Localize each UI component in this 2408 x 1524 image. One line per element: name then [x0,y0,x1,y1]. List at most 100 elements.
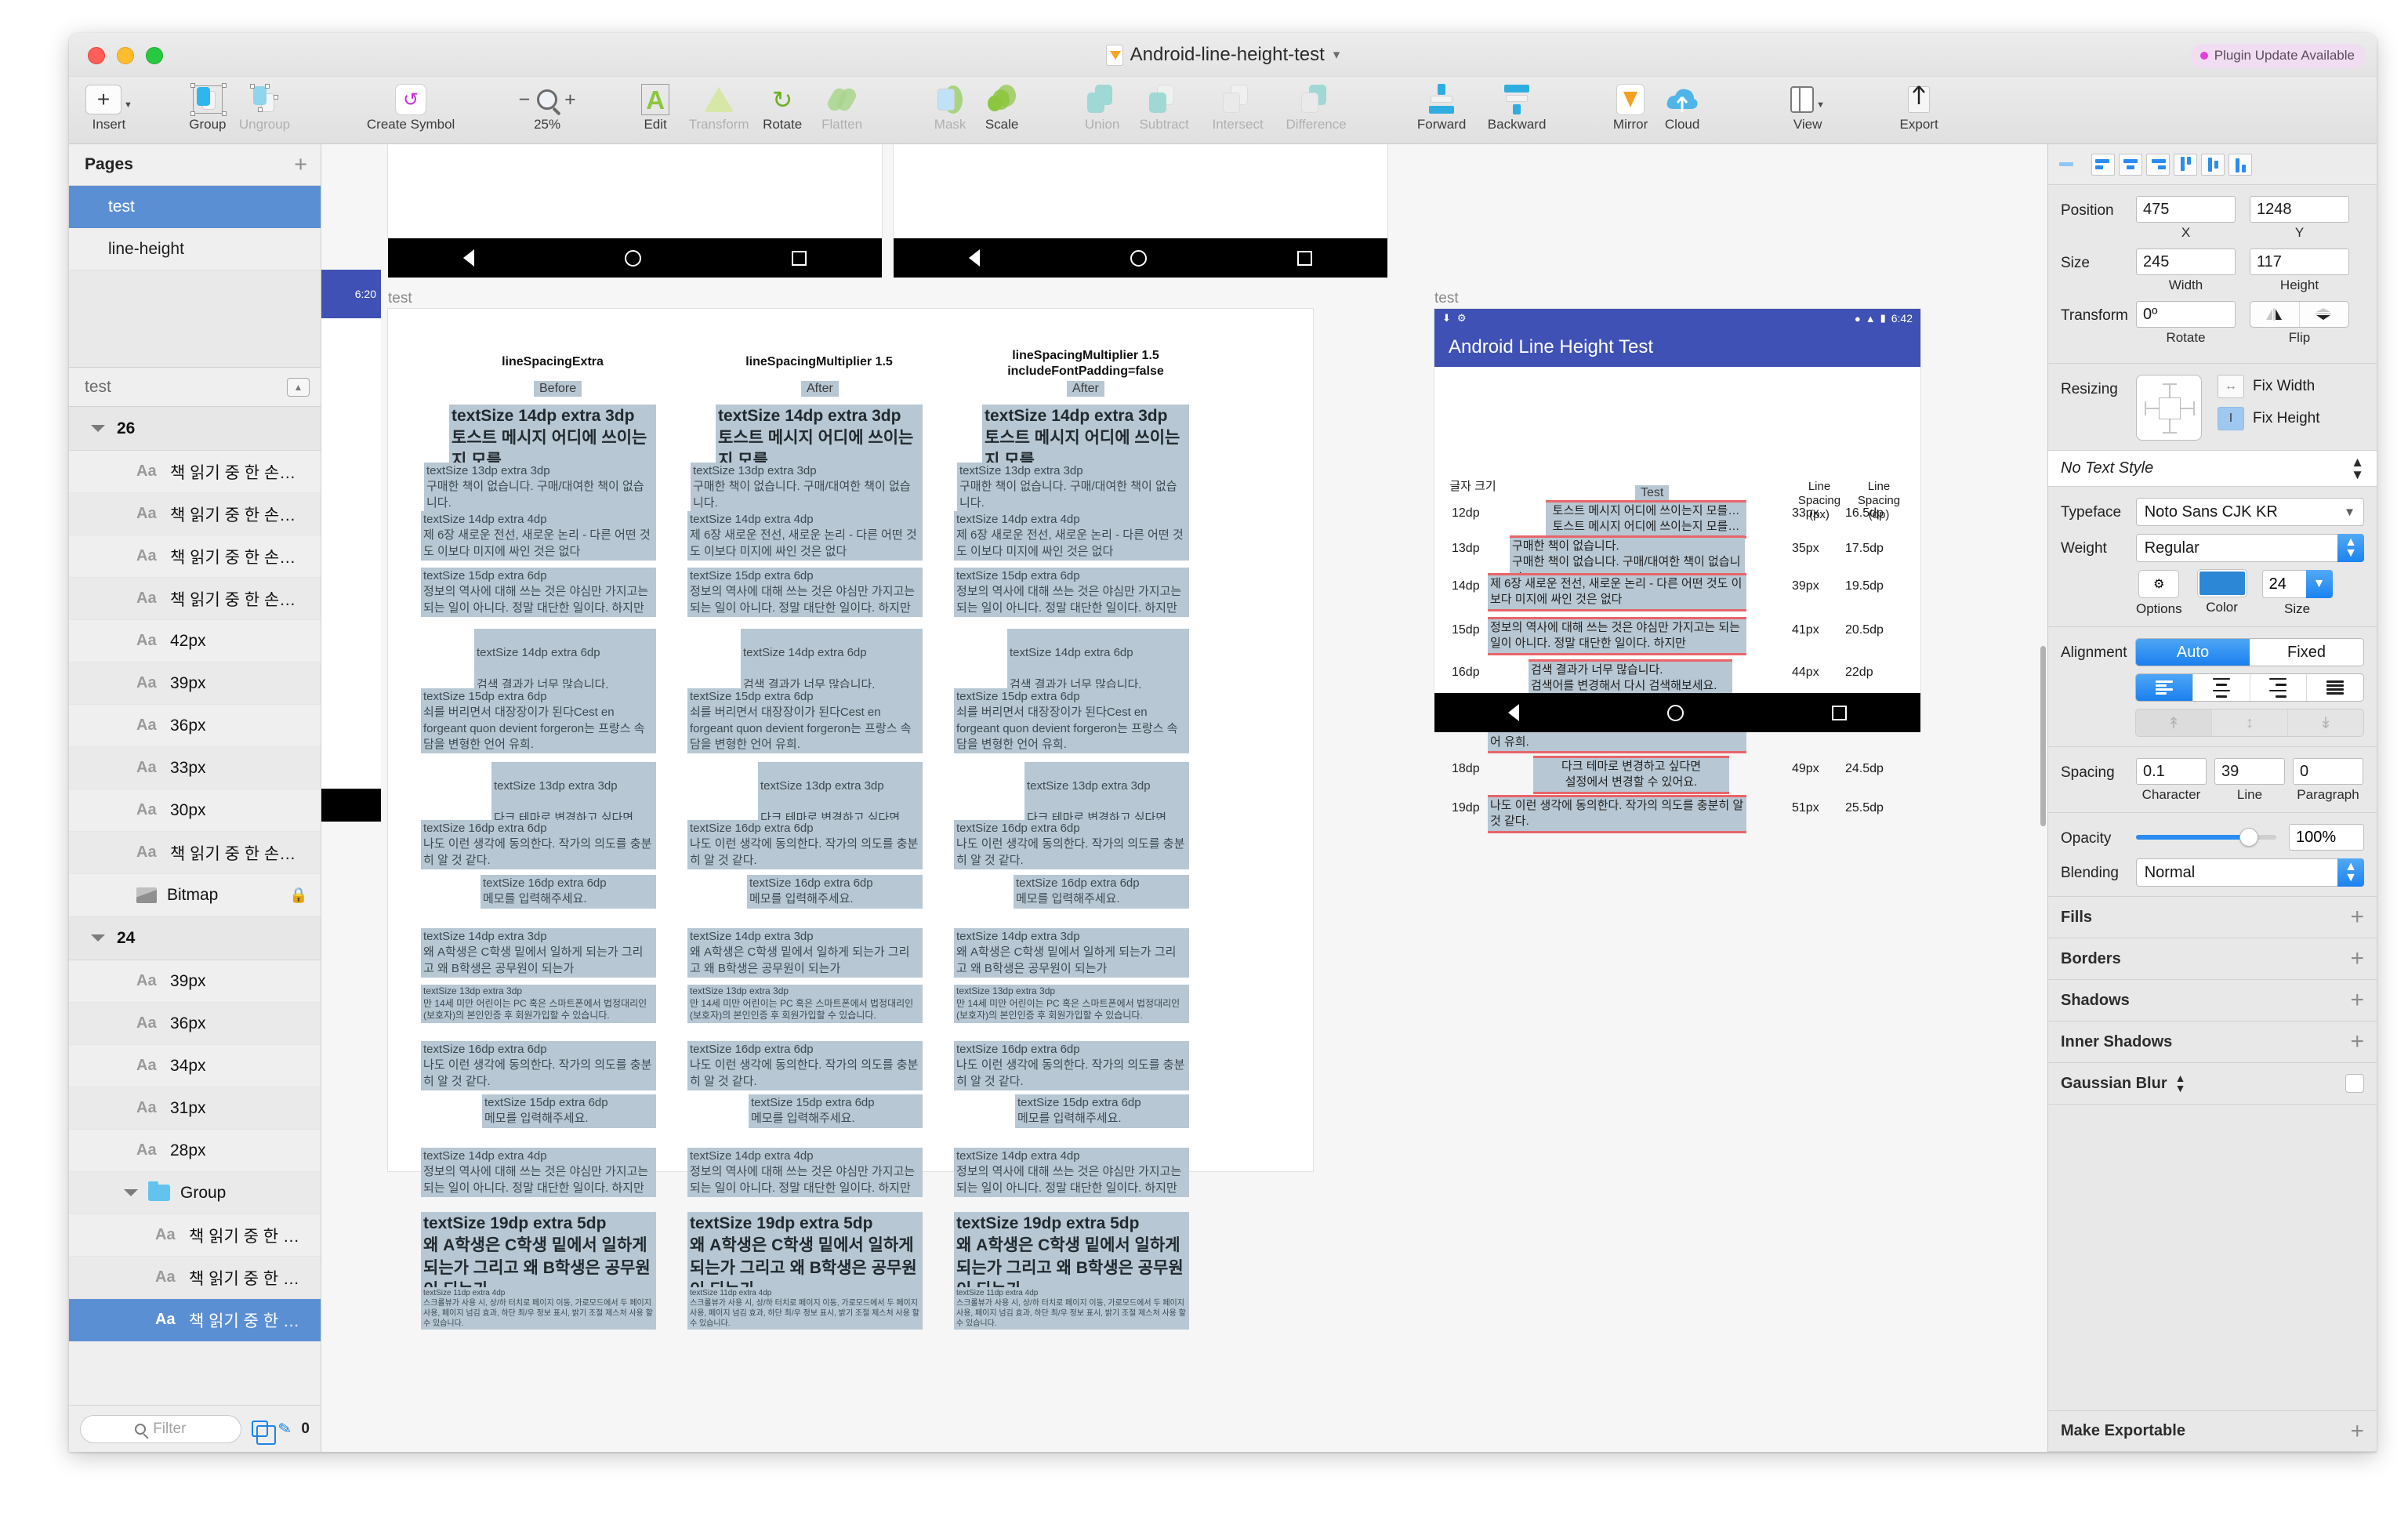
sample-block[interactable]: textSize 14dp extra 4dp 정보의 역사에 대해 쓰는 것은… [687,1148,923,1197]
shadows-section[interactable]: Shadows + [2048,980,2377,1021]
layer-row[interactable]: Aa 39px [69,662,321,705]
artboard-strip[interactable]: 6:20 [321,270,381,318]
pencil-icon[interactable]: ✎ [277,1418,293,1440]
sample-block[interactable]: textSize 16dp extra 6dp 나도 이런 생각에 동의한다. … [687,820,923,869]
blending-select[interactable]: Normal ▲ ▼ [2135,858,2364,887]
sample-block[interactable]: textSize 16dp extra 6dp 나도 이런 생각에 동의한다. … [954,820,1189,869]
sample-block[interactable]: textSize 16dp extra 6dp 나도 이런 생각에 동의한다. … [954,1041,1189,1090]
page-item-line-height[interactable]: line-height [69,228,321,270]
sample-block[interactable]: textSize 15dp extra 6dp 메모를 입력해주세요. [1015,1094,1189,1128]
sample-block[interactable]: textSize 16dp extra 6dp 나도 이런 생각에 동의한다. … [421,1041,656,1090]
chevron-down-icon[interactable] [91,425,105,432]
slider-handle[interactable] [2239,828,2259,847]
layer-row[interactable]: Aa 책 읽기 중 한 손가… [69,451,321,493]
row-sample-text[interactable]: 정보의 역사에 대해 쓰는 것은 야심만 가지고는 되는 일이 아니다. 정말 … [1488,617,1746,655]
layer-row[interactable]: Aa 36px [69,705,321,747]
recents-icon[interactable] [792,250,807,266]
sample-block[interactable]: textSize 14dp extra 4dp 정보의 역사에 대해 쓰는 것은… [421,1148,656,1197]
sample-block[interactable]: textSize 15dp extra 6dp 쇠를 버리면서 대장장이가 된다… [954,688,1189,753]
add-export-preset-button[interactable]: + [2350,1418,2364,1445]
weight-select[interactable]: Regular ▲ ▼ [2135,534,2364,562]
align-text-justify-icon[interactable] [2306,674,2363,701]
document-title[interactable]: Android-line-height-test ▾ [69,44,2377,66]
align-text-center-icon[interactable] [2192,674,2250,701]
sample-block[interactable]: textSize 16dp extra 6dp 나도 이런 생각에 동의한다. … [687,1041,923,1090]
sample-block[interactable]: textSize 14dp extra 4dp 제 6장 새로운 전선, 새로운… [421,511,656,561]
layer-row[interactable]: Aa 39px [69,960,321,1003]
alignment-fixed-button[interactable]: Fixed [2250,639,2363,666]
layer-row-bitmap[interactable]: Bitmap 🔒 [69,874,321,916]
valign-middle-icon[interactable]: ↕ [2211,709,2287,736]
layer-row[interactable]: Aa 책 읽기 중 한 손가… [69,535,321,578]
layer-row-selected[interactable]: Aa 책 읽기 중 한 손… [69,1299,321,1341]
sample-block[interactable]: textSize 16dp extra 6dp 나도 이런 생각에 동의한다. … [421,820,656,869]
sample-block[interactable]: textSize 15dp extra 6dp 쇠를 버리면서 대장장이가 된다… [687,688,923,753]
add-fill-button[interactable]: + [2350,904,2364,931]
sample-block[interactable]: textSize 14dp extra 3dp 왜 A학생은 C학생 밑에서 일… [954,928,1189,978]
sample-block[interactable]: textSize 14dp extra 3dp 왜 A학생은 C학생 밑에서 일… [421,928,656,978]
row-sample-text[interactable]: 토스트 메시지 어디에 쓰이는지 모를… 토스트 메시지 어디에 쓰이는지 모를… [1546,500,1746,539]
row-sample-text[interactable]: 다크 테마로 변경하고 싶다면 설정에서 변경할 수 있어요. [1533,756,1729,794]
difference-tool[interactable]: Difference [1275,80,1357,132]
sample-block[interactable]: textSize 15dp extra 6dp 쇠를 버리면서 대장장이가 된다… [421,688,656,753]
back-icon[interactable] [969,249,980,267]
align-left-icon[interactable] [2091,153,2115,176]
sample-block[interactable]: textSize 16dp extra 6dp 메모를 입력해주세요. [1014,875,1189,909]
edit-tool[interactable]: A Edit [629,80,681,132]
layer-row[interactable]: Aa 책 읽기 중 한 손가… [69,832,321,874]
layer-row[interactable]: Aa 33px [69,747,321,789]
text-color-control[interactable]: Color [2197,570,2247,615]
zoom-in-button[interactable]: + [564,89,576,111]
back-icon[interactable] [1508,704,1520,721]
text-style-select[interactable]: No Text Style ▲ ▼ [2048,451,2377,487]
flatten-tool[interactable]: Flatten [808,80,876,132]
sample-block[interactable]: textSize 13dp extra 3dp 구매한 책이 없습니다. 구매/… [957,463,1189,512]
align-distribute-icon[interactable] [2054,154,2078,176]
gaussian-blur-checkbox[interactable] [2345,1074,2364,1093]
home-icon[interactable] [1130,249,1147,267]
intersect-tool[interactable]: Intersect [1200,80,1275,132]
vertical-align-segmented[interactable]: ↟ ↕ ↡ [2135,709,2364,737]
layer-row[interactable]: Aa 36px [69,1003,321,1045]
row-sample-text[interactable]: 검색 결과가 너무 많습니다. 검색어를 변경해서 다시 검색해보세요. [1529,659,1732,698]
stepper-icon[interactable]: ▲ ▼ [2175,1073,2186,1094]
layer-row[interactable]: Aa 42px [69,620,321,662]
sample-block[interactable]: textSize 15dp extra 6dp 메모를 입력해주세요. [749,1094,923,1128]
alignment-auto-button[interactable]: Auto [2136,639,2250,666]
page-item-test[interactable]: test [69,186,321,228]
artboard-top-right[interactable] [894,144,1387,238]
gaussian-blur-section[interactable]: Gaussian Blur ▲ ▼ [2048,1063,2377,1105]
make-exportable-section[interactable]: Make Exportable + [2048,1410,2377,1452]
stepper-icon[interactable]: ▲ ▼ [2337,534,2364,562]
union-tool[interactable]: Union [1076,80,1128,132]
recents-icon[interactable] [1297,250,1312,266]
chevron-down-icon[interactable] [91,934,105,942]
text-options-control[interactable]: ⚙ Options [2136,570,2182,617]
plugin-update-badge[interactable]: Plugin Update Available [2190,44,2366,68]
layer-row[interactable]: Aa 30px [69,789,321,832]
layer-row-group[interactable]: Group [69,1172,321,1214]
chevron-down-icon[interactable] [124,1189,138,1196]
sample-block[interactable]: textSize 11dp extra 4dp 스크롤뷰가 사용 시, 상/하 … [421,1287,656,1330]
insert-tool[interactable]: + ▼ Insert [80,80,138,132]
zoom-tool[interactable]: − + 25% [504,80,590,132]
sample-block[interactable]: textSize 14dp extra 3dp 왜 A학생은 C학생 밑에서 일… [687,928,923,978]
height-input[interactable]: 117 [2250,249,2349,275]
sample-block[interactable]: textSize 11dp extra 4dp 스크롤뷰가 사용 시, 상/하 … [954,1287,1189,1330]
artboard-phone[interactable]: ⬇ ⚙ ● ▲ ▮ 6:42 Android Line Height Test … [1434,309,1920,833]
create-symbol-tool[interactable]: ↺ Create Symbol [352,80,470,132]
align-bottom-icon[interactable] [2228,153,2252,176]
forward-tool[interactable]: Forward [1405,80,1478,132]
fills-section[interactable]: Fills + [2048,897,2377,938]
flip-vertical-icon[interactable] [2299,302,2348,327]
collapse-layers-button[interactable]: ▲ [287,377,310,397]
align-text-left-icon[interactable] [2136,674,2192,701]
sample-block[interactable]: textSize 13dp extra 3dp 구매한 책이 없습니다. 구매/… [424,463,656,512]
mirror-tool[interactable]: Mirror [1605,80,1656,132]
artboard-label-phone[interactable]: test [1434,290,1459,307]
layer-group-24[interactable]: 24 [69,916,321,960]
export-tool[interactable]: Export [1893,80,1945,132]
resizing-anchor-control[interactable] [2136,375,2202,441]
width-input[interactable]: 245 [2136,249,2236,275]
lock-icon[interactable]: 🔒 [289,886,308,905]
